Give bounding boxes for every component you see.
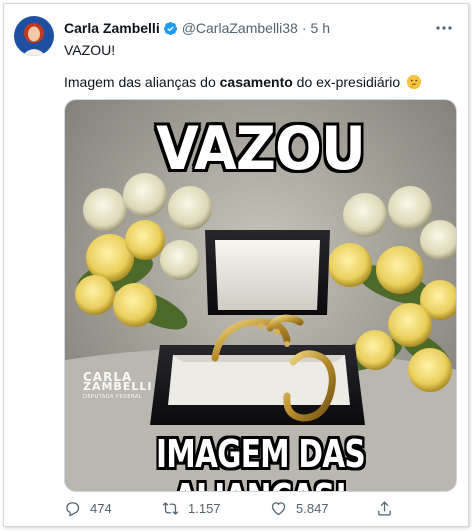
like-count: 5.847 [296, 501, 329, 516]
reply-icon [66, 502, 80, 517]
verified-badge-icon [163, 21, 178, 36]
reply-button[interactable]: 474 [64, 500, 112, 517]
avatar[interactable] [14, 16, 54, 56]
watermark-line3: DEPUTADA FEDERAL [83, 394, 143, 400]
tweet-text-part: do ex-presidiário [292, 74, 401, 90]
tweet-text-part: Imagem das alianças do [64, 74, 220, 90]
share-button[interactable] [376, 500, 402, 517]
tweet-media-image[interactable]: VAZOU IMAGEM DAS ALIANÇAS! CARLA ZAMBELL… [64, 99, 457, 492]
meme-caption-bottom: IMAGEM DAS ALIANÇAS! [156, 432, 366, 491]
separator: · [301, 20, 307, 36]
tweet-card[interactable]: Carla Zambelli @CarlaZambelli38 · 5 h VA… [3, 3, 469, 527]
tweet-text-bold: casamento [219, 74, 293, 90]
like-button[interactable]: 5.847 [270, 500, 329, 517]
share-icon [378, 501, 391, 516]
author-name[interactable]: Carla Zambelli [64, 20, 160, 36]
tweet-text-line2: Imagem das alianças do casamento do ex-p… [64, 74, 422, 90]
timestamp[interactable]: 5 h [311, 20, 330, 36]
retweet-button[interactable]: 1.157 [162, 500, 221, 517]
heart-icon [271, 502, 286, 516]
action-bar: 474 1.157 5.847 [64, 500, 464, 522]
tweet-text-line1: VAZOU! [64, 42, 116, 58]
meme-caption-top: VAZOU [156, 114, 366, 184]
thinking-face-emoji-icon [407, 75, 422, 89]
tweet-header: Carla Zambelli @CarlaZambelli38 · 5 h [64, 18, 456, 38]
author-handle[interactable]: @CarlaZambelli38 [182, 20, 298, 36]
retweet-icon [162, 502, 179, 515]
watermark-line2: ZAMBELLI [83, 380, 153, 393]
reply-count: 474 [90, 501, 112, 516]
watermark-logo: CARLA ZAMBELLI DEPUTADA FEDERAL [83, 371, 153, 402]
retweet-count: 1.157 [188, 501, 221, 516]
more-options-icon[interactable] [434, 18, 454, 38]
